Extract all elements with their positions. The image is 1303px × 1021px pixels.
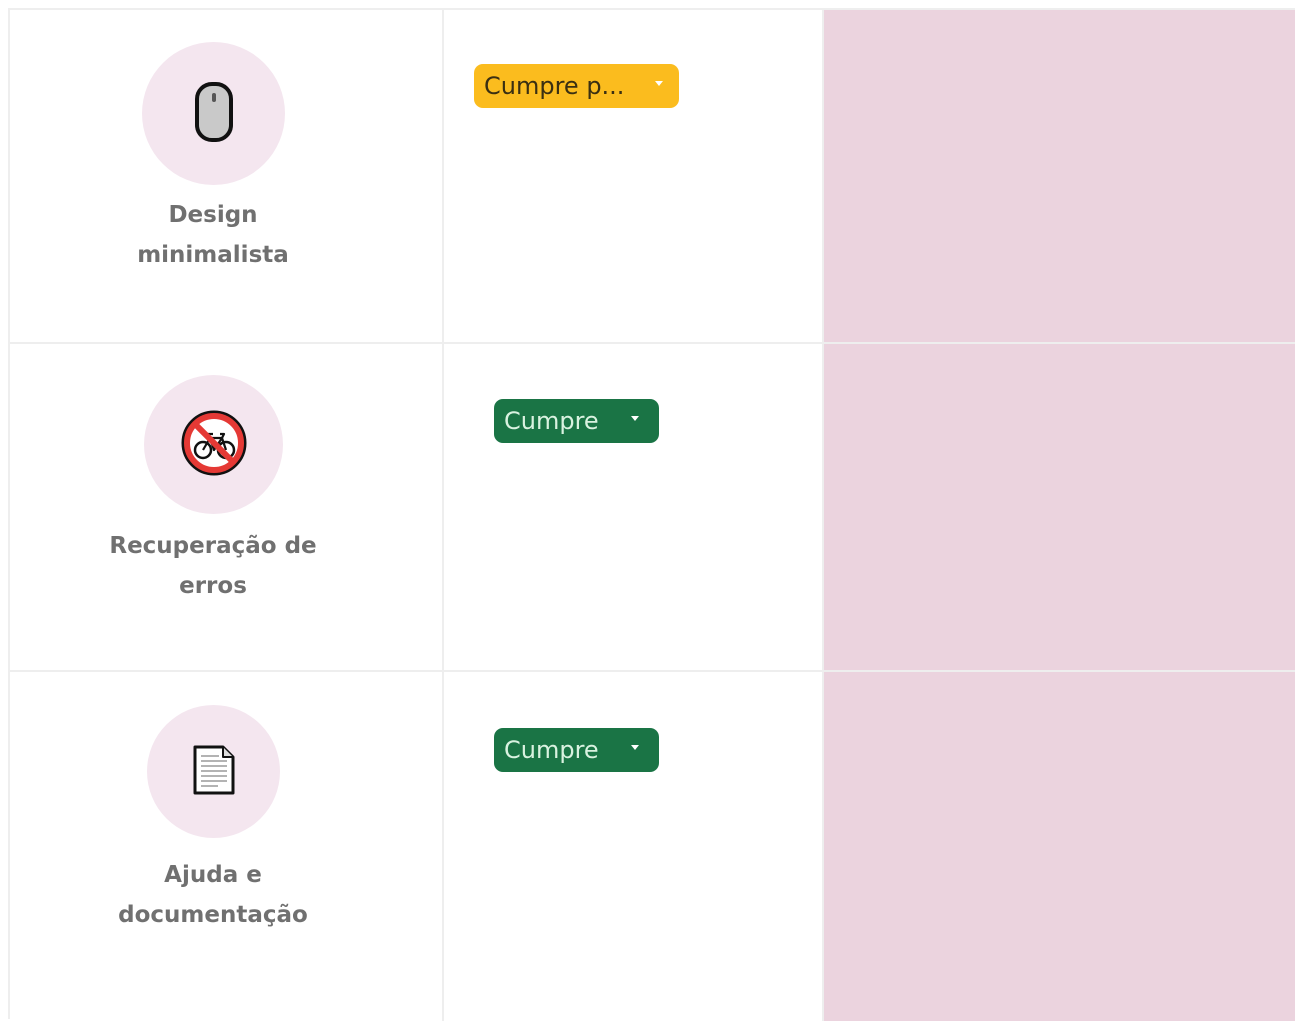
caret-down-icon — [631, 745, 639, 750]
page-document-icon — [192, 744, 236, 800]
status-label: Cumpre — [504, 736, 599, 764]
computer-mouse-icon — [192, 80, 236, 148]
caret-down-icon — [631, 416, 639, 421]
status-cell: Cumpre p... — [444, 10, 824, 342]
notes-cell[interactable] — [824, 344, 1295, 670]
heuristic-label-line: minimalista — [137, 242, 289, 268]
heuristic-label: Design minimalista — [10, 195, 416, 275]
status-dropdown[interactable]: Cumpre — [494, 399, 659, 443]
icon-circle — [144, 375, 283, 514]
heuristic-cell: Ajuda e documentação — [10, 672, 444, 1021]
table-row: Recuperação de erros Cumpre — [10, 344, 1295, 672]
no-bicycles-icon — [179, 408, 249, 482]
heuristic-label: Recuperação de erros — [10, 526, 416, 606]
heuristic-label-line: Ajuda e — [164, 862, 262, 888]
caret-down-icon — [655, 81, 663, 86]
icon-circle — [142, 42, 285, 185]
status-dropdown[interactable]: Cumpre — [494, 728, 659, 772]
heuristic-label-line: documentação — [118, 902, 308, 928]
status-label: Cumpre p... — [484, 72, 625, 100]
notes-cell[interactable] — [824, 672, 1295, 1021]
icon-circle — [147, 705, 280, 838]
heuristic-label: Ajuda e documentação — [10, 855, 416, 935]
status-label: Cumpre — [504, 407, 599, 435]
status-cell: Cumpre — [444, 672, 824, 1021]
heuristic-label-line: erros — [179, 573, 247, 599]
heuristic-cell: Design minimalista — [10, 10, 444, 342]
status-cell: Cumpre — [444, 344, 824, 670]
heuristic-label-line: Design — [168, 202, 258, 228]
heuristic-label-line: Recuperação de — [109, 533, 317, 559]
status-dropdown[interactable]: Cumpre p... — [474, 64, 679, 108]
heuristics-table: Design minimalista Cumpre p... Recuperaç… — [8, 8, 1295, 1021]
table-row: Ajuda e documentação Cumpre — [10, 672, 1295, 1021]
table-row: Design minimalista Cumpre p... — [10, 10, 1295, 344]
notes-cell[interactable] — [824, 10, 1295, 342]
heuristic-cell: Recuperação de erros — [10, 344, 444, 670]
